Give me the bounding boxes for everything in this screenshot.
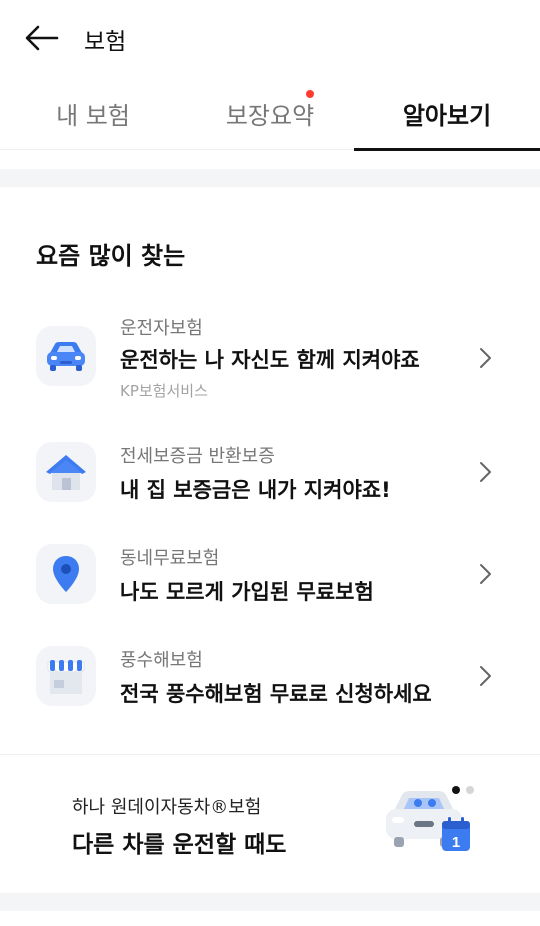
new-badge-dot [306, 90, 314, 98]
item-category: 풍수해보험 [120, 650, 203, 671]
item-category: 동네무료보험 [120, 548, 220, 569]
tab-label: 내 보험 [56, 101, 130, 130]
tab-coverage-summary[interactable]: 보장요약 [177, 76, 363, 150]
item-title: 내 집 보증금은 내가 지켜야죠! [120, 478, 391, 502]
list-item-local-free-insurance[interactable]: 동네무료보험 나도 모르게 가입된 무료보험 [0, 538, 540, 634]
app-header: 보험 [0, 0, 540, 76]
list-item-driver-insurance[interactable]: 운전자보험 운전하는 나 자신도 함께 지켜야죠 KP보험서비스 [0, 308, 540, 404]
tab-bar: 내 보험 보장요약 알아보기 [0, 76, 540, 151]
calendar-day-number: 1 [452, 834, 460, 851]
tab-explore[interactable]: 알아보기 [354, 76, 540, 151]
chevron-right-icon [480, 564, 491, 584]
item-provider: KP보험서비스 [120, 382, 208, 400]
item-title: 운전하는 나 자신도 함께 지켜야죠 [120, 348, 420, 372]
page-title: 보험 [84, 29, 127, 55]
back-button[interactable] [22, 18, 62, 58]
chevron-right-icon [480, 348, 491, 368]
tab-label: 알아보기 [402, 101, 492, 130]
car-icon [36, 326, 96, 386]
bottom-separator [0, 893, 540, 911]
banner-title: 다른 차를 운전할 때도 [72, 832, 287, 858]
section-separator [0, 169, 540, 187]
promo-banner[interactable]: 하나 원데이자동차®보험 다른 차를 운전할 때도 1 [0, 755, 540, 893]
tab-label: 보장요약 [225, 101, 315, 130]
chevron-right-icon [480, 666, 491, 686]
list-item-jeonse-deposit[interactable]: 전세보증금 반환보증 내 집 보증금은 내가 지켜야죠! [0, 436, 540, 532]
storefront-icon [36, 646, 96, 706]
banner-subtitle: 하나 원데이자동차®보험 [72, 797, 262, 818]
house-icon [36, 442, 96, 502]
item-category: 전세보증금 반환보증 [120, 446, 275, 467]
location-pin-icon [36, 544, 96, 604]
section-title: 요즘 많이 찾는 [36, 242, 186, 270]
chevron-right-icon [480, 462, 491, 482]
item-category: 운전자보험 [120, 318, 203, 339]
car-calendar-icon: 1 [386, 791, 470, 851]
tab-my-insurance[interactable]: 내 보험 [0, 76, 186, 150]
item-title: 전국 풍수해보험 무료로 신청하세요 [120, 682, 432, 706]
list-item-storm-flood-insurance[interactable]: 풍수해보험 전국 풍수해보험 무료로 신청하세요 [0, 640, 540, 736]
item-title: 나도 모르게 가입된 무료보험 [120, 580, 374, 604]
arrow-left-icon [25, 25, 59, 51]
